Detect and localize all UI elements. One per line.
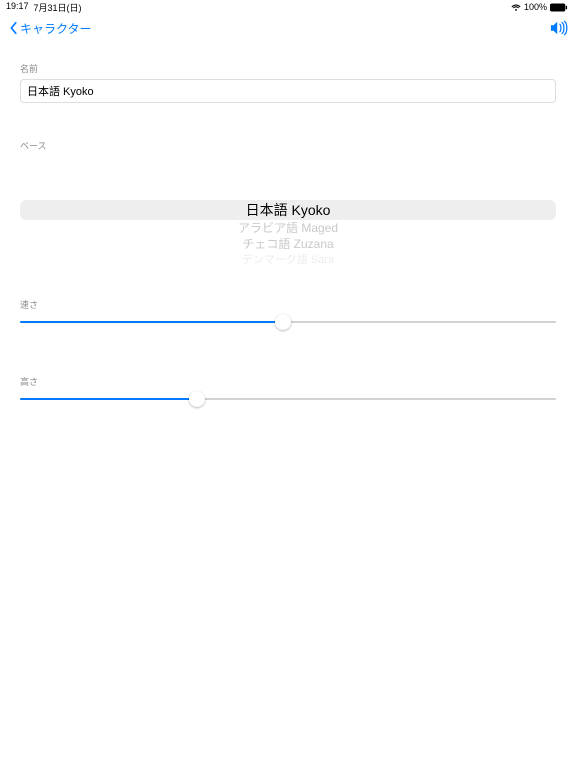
picker-item[interactable]: デンマーク語 Sara [20,252,556,268]
base-section-label: ベース [20,139,556,152]
name-section-label: 名前 [20,62,556,75]
nav-bar: キャラクター [0,14,576,42]
picker-item[interactable]: アラビア語 Maged [20,220,556,236]
preview-voice-button[interactable] [550,20,568,36]
status-bar: 19:17 7月31日(日) 100% [0,0,576,14]
slider-thumb[interactable] [275,314,291,330]
back-label: キャラクター [20,20,92,37]
slider-fill [20,398,197,400]
picker-item-selected[interactable]: 日本語 Kyoko [20,200,556,220]
speed-section-label: 速さ [20,298,556,311]
back-button[interactable]: キャラクター [8,20,92,37]
name-input[interactable] [20,79,556,103]
speed-slider[interactable] [20,315,556,329]
chevron-left-icon [8,21,20,35]
wifi-icon [511,3,521,12]
battery-icon [550,3,568,12]
slider-fill [20,321,283,323]
pitch-slider[interactable] [20,392,556,406]
status-battery-text: 100% [524,2,547,12]
picker-item[interactable]: チェコ語 Zuzana [20,236,556,252]
speaker-icon [550,20,568,36]
slider-thumb[interactable] [189,391,205,407]
status-time: 19:17 [6,1,29,14]
voice-picker[interactable]: 日本語 Kyoko アラビア語 Maged チェコ語 Zuzana デンマーク語… [20,156,556,258]
status-date: 7月31日(日) [34,1,82,14]
pitch-section-label: 高さ [20,375,556,388]
